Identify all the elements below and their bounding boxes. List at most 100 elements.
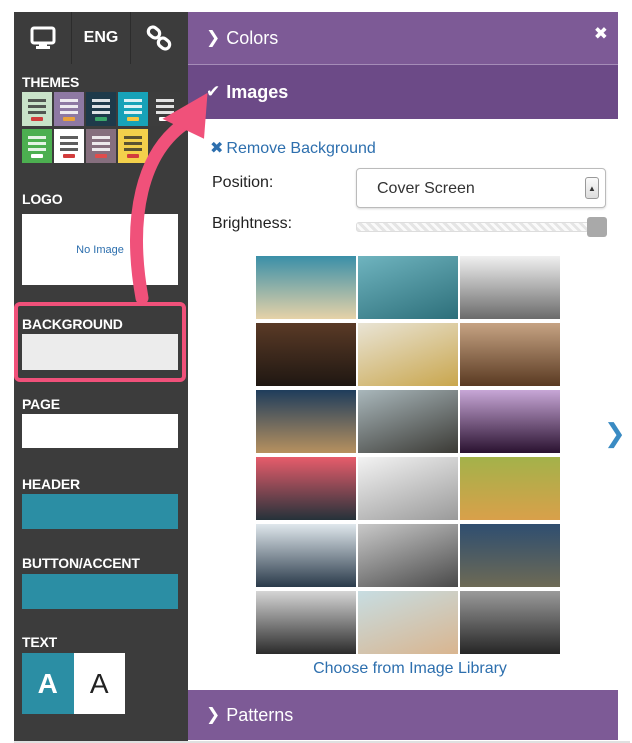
button-accent-color-swatch[interactable]: [22, 574, 178, 609]
wheat-field-image[interactable]: [460, 457, 560, 520]
theme-swatch[interactable]: [22, 129, 52, 163]
road-image[interactable]: [358, 524, 458, 587]
theme-line: [92, 142, 110, 145]
position-select[interactable]: Cover Screen ▲: [356, 168, 606, 208]
theme-swatch[interactable]: [86, 129, 116, 163]
brightness-slider[interactable]: [356, 217, 607, 237]
sidebar-toolbar: ENG: [14, 12, 188, 64]
customization-sidebar: ENG THEMES LOGO No Image BACKGROUND PAGE…: [14, 12, 188, 743]
theme-swatch[interactable]: [86, 92, 116, 126]
theme-accent: [127, 117, 139, 121]
theme-swatch[interactable]: [118, 92, 148, 126]
theme-line: [156, 111, 174, 114]
remove-background-text: Remove Background: [226, 140, 376, 157]
theme-line: [28, 99, 46, 102]
close-icon[interactable]: ✖: [594, 24, 608, 44]
theme-line: [124, 99, 142, 102]
theme-line: [28, 111, 46, 114]
theme-line: [28, 136, 46, 139]
chevron-right-icon: ❯: [206, 705, 221, 724]
colors-accordion-header[interactable]: ❯ Colors ✖: [188, 12, 618, 64]
bear-image[interactable]: [460, 323, 560, 386]
theme-accent: [159, 117, 171, 121]
theme-line: [28, 105, 46, 108]
theme-accent: [95, 154, 107, 158]
theme-swatch[interactable]: [54, 129, 84, 163]
camera-image[interactable]: [256, 591, 356, 654]
ocean-pier-image[interactable]: [256, 390, 356, 453]
theme-line: [28, 142, 46, 145]
theme-line: [60, 111, 78, 114]
text-color-samples: A A: [22, 653, 125, 714]
theme-line: [124, 136, 142, 139]
themes-grid: [22, 92, 182, 166]
choose-image-library-link[interactable]: Choose from Image Library: [188, 660, 632, 678]
winding-road-image[interactable]: [460, 524, 560, 587]
language-button[interactable]: ENG: [72, 12, 131, 64]
brightness-slider-thumb[interactable]: [587, 217, 607, 237]
theme-row: [22, 129, 182, 163]
theme-swatch[interactable]: [150, 92, 180, 126]
select-arrows-icon: ▲: [585, 177, 599, 199]
logo-upload-box[interactable]: No Image: [22, 214, 178, 285]
theme-line: [60, 99, 78, 102]
monitor-icon[interactable]: [14, 12, 73, 64]
theme-line: [60, 142, 78, 145]
logo-label: LOGO: [22, 191, 63, 207]
theme-accent: [95, 117, 107, 121]
themes-label: THEMES: [22, 74, 80, 90]
theme-line: [92, 105, 110, 108]
purple-bokeh-image[interactable]: [460, 390, 560, 453]
images-accordion-header[interactable]: ✔ Images: [188, 65, 618, 119]
chevron-right-next-icon[interactable]: ❯: [604, 418, 626, 449]
fog-image[interactable]: [460, 256, 560, 319]
bokeh-lights-image[interactable]: [256, 457, 356, 520]
theme-swatch[interactable]: [54, 92, 84, 126]
theme-line: [28, 148, 46, 151]
desk-camera-image[interactable]: [256, 323, 356, 386]
chevron-down-icon: ✔: [206, 82, 221, 101]
theme-row: [22, 92, 182, 126]
theme-accent: [63, 117, 75, 121]
theme-line: [124, 148, 142, 151]
link-icon[interactable]: [131, 12, 188, 64]
field-tree-image[interactable]: [358, 323, 458, 386]
logo-placeholder-text: No Image: [76, 243, 124, 256]
theme-swatch[interactable]: [118, 129, 148, 163]
text-sample-light[interactable]: A: [22, 653, 74, 714]
theme-line: [92, 99, 110, 102]
remove-icon: ✖: [210, 140, 224, 157]
snowy-plain-image[interactable]: [358, 457, 458, 520]
position-label: Position:: [212, 174, 274, 191]
link-icon-svg: [147, 25, 172, 51]
beach-image[interactable]: [256, 256, 356, 319]
remove-background-link[interactable]: ✖ Remove Background: [210, 138, 376, 158]
text-sample-dark[interactable]: A: [73, 653, 125, 714]
theme-line: [92, 136, 110, 139]
design-panel: ❯ Colors ✖ ✔ Images ✖ Remove Background P…: [188, 12, 632, 743]
monitor-icon-svg: [30, 26, 56, 49]
gondola-image[interactable]: [358, 256, 458, 319]
theme-line: [92, 148, 110, 151]
page-color-swatch[interactable]: [22, 414, 178, 448]
mountain-image[interactable]: [358, 390, 458, 453]
theme-accent: [31, 117, 43, 121]
keyboard-image[interactable]: [460, 591, 560, 654]
header-color-swatch[interactable]: [22, 494, 178, 529]
theme-accent: [127, 154, 139, 158]
theme-line: [124, 142, 142, 145]
map-hands-image[interactable]: [358, 591, 458, 654]
brightness-label: Brightness:: [212, 215, 293, 232]
theme-line: [124, 111, 142, 114]
page-label: PAGE: [22, 396, 60, 412]
theme-swatch[interactable]: [22, 92, 52, 126]
patterns-accordion-header[interactable]: ❯ Patterns: [188, 690, 618, 740]
chevron-right-icon: ❯: [206, 28, 221, 47]
header-label: HEADER: [22, 476, 80, 492]
images-title: Images: [226, 81, 289, 102]
background-highlight-frame: [14, 302, 186, 382]
theme-line: [156, 99, 174, 102]
button-accent-label: BUTTON/ACCENT: [22, 555, 140, 571]
theme-accent: [31, 154, 43, 158]
clock-image[interactable]: [256, 524, 356, 587]
